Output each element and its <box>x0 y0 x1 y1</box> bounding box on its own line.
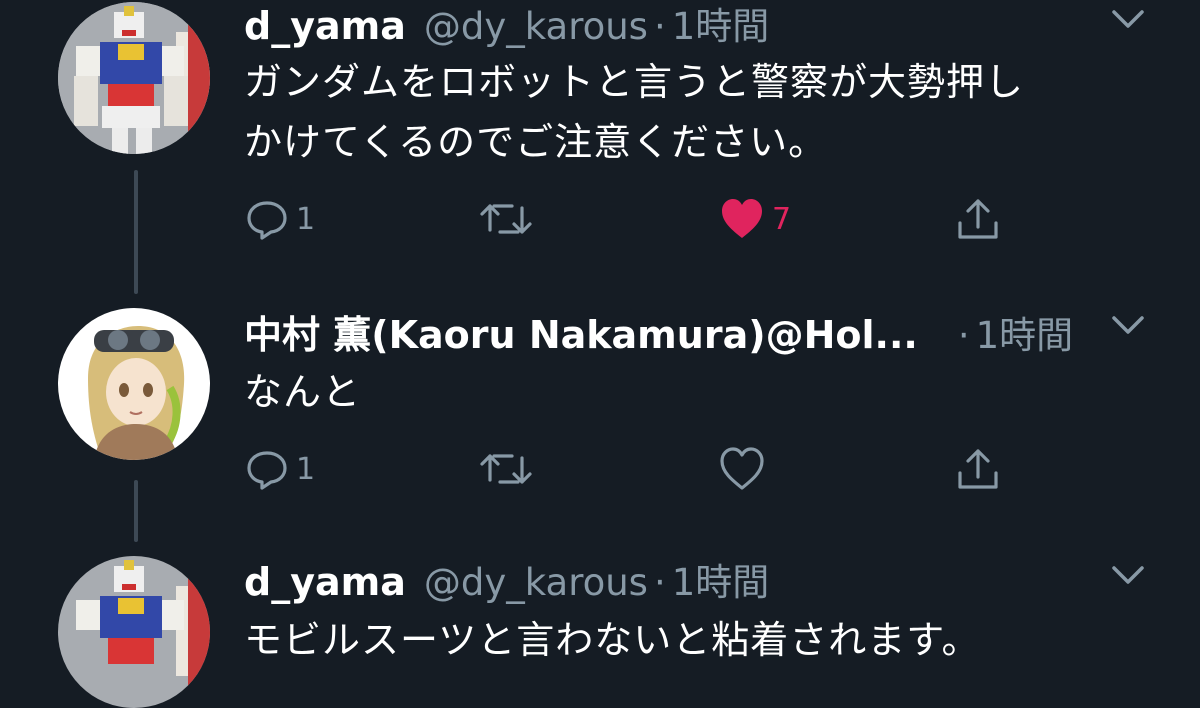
reply-button[interactable]: 1 <box>244 194 315 244</box>
reply-icon <box>247 201 287 240</box>
like-count: 7 <box>772 201 792 237</box>
tweet-text: ガンダムをロボットと言うと警察が大勢押し かけてくるのでご注意ください。 <box>244 52 1024 172</box>
share-icon <box>958 199 998 239</box>
timestamp[interactable]: 1時間 <box>672 552 770 606</box>
tweet-actions: 1 7 <box>0 194 1200 244</box>
retweet-button[interactable] <box>478 194 534 244</box>
tweet-text-line: モビルスーツと言わないと粘着されます。 <box>244 618 981 662</box>
handle[interactable]: @dy_karous <box>424 561 648 604</box>
tweet-header: 中村 薫(Kaoru Nakamura)@Hol... · 1時間 <box>244 304 1073 357</box>
tweet-text-line: なんと <box>244 370 362 414</box>
avatar[interactable] <box>58 556 210 708</box>
avatar[interactable] <box>58 308 210 460</box>
separator: · <box>957 314 970 357</box>
share-button[interactable] <box>954 444 1002 494</box>
tweet-text-line: かけてくるのでご注意ください。 <box>244 120 828 164</box>
tweet-header: d_yama @dy_karous · 1時間 <box>244 0 769 48</box>
anime-avatar-icon <box>58 308 210 460</box>
timestamp[interactable]: 1時間 <box>976 305 1074 359</box>
share-icon <box>958 449 998 489</box>
retweet-button[interactable] <box>478 444 534 494</box>
separator: · <box>653 5 666 48</box>
tweet-text: なんと <box>244 362 361 422</box>
chevron-down-icon[interactable] <box>1108 0 1148 40</box>
tweet-text-line: ガンダムをロボットと言うと警察が大勢押し <box>244 60 1025 104</box>
gundam-avatar-icon <box>58 556 210 708</box>
tweet-text: モビルスーツと言わないと粘着されます。 <box>244 610 980 670</box>
heart-outline-icon <box>720 447 764 490</box>
retweet-icon <box>480 204 532 234</box>
tweet-actions: 1 <box>0 444 1200 494</box>
reply-count: 1 <box>296 451 316 487</box>
like-button[interactable]: 7 <box>718 194 791 244</box>
reply-icon <box>247 451 287 490</box>
gundam-avatar-icon <box>58 2 210 154</box>
separator: · <box>653 561 666 604</box>
chevron-down-icon[interactable] <box>1108 556 1148 596</box>
heart-icon <box>722 199 762 238</box>
avatar[interactable] <box>58 2 210 154</box>
display-name[interactable]: 中村 薫(Kaoru Nakamura)@Hol... <box>244 304 918 359</box>
reply-count: 1 <box>296 201 316 237</box>
handle[interactable]: @dy_karous <box>424 5 648 48</box>
retweet-icon <box>480 454 532 484</box>
like-button[interactable] <box>718 444 766 494</box>
display-name[interactable]: d_yama <box>244 4 406 48</box>
tweet-header: d_yama @dy_karous · 1時間 <box>244 552 769 604</box>
share-button[interactable] <box>954 194 1002 244</box>
display-name[interactable]: d_yama <box>244 560 406 604</box>
timestamp[interactable]: 1時間 <box>672 0 770 50</box>
chevron-down-icon[interactable] <box>1108 306 1148 346</box>
reply-button[interactable]: 1 <box>244 444 315 494</box>
